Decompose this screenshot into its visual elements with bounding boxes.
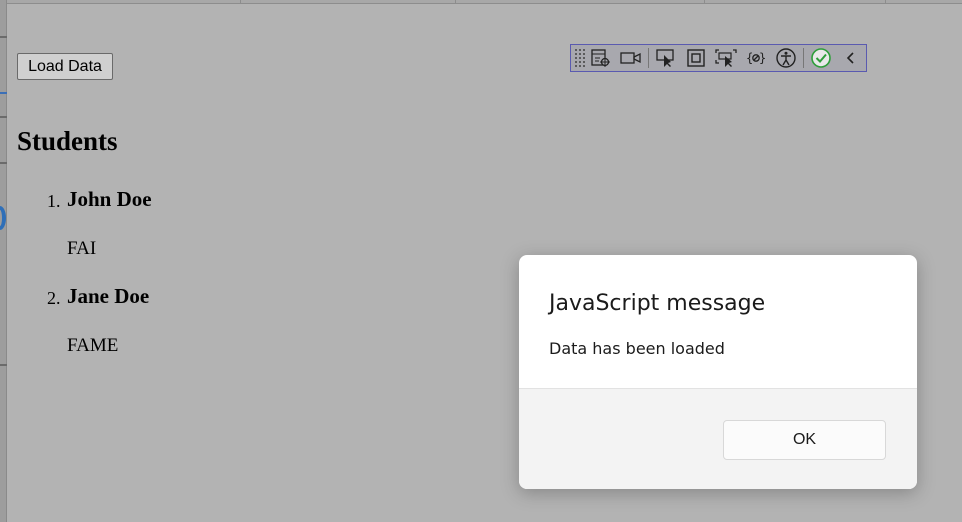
host-app-icon — [0, 206, 6, 230]
student-department: FAI — [67, 238, 97, 259]
toolbar-grip-icon[interactable] — [574, 48, 586, 68]
list-item-number: 2. — [47, 288, 61, 308]
javascript-alert-dialog: JavaScript message Data has been loaded … — [519, 255, 917, 489]
list-item: 2. Jane Doe FAME — [17, 283, 417, 380]
student-department: FAME — [67, 335, 119, 356]
host-tab-divider — [240, 0, 241, 4]
student-list: 1. John Doe FAI 2. Jane Doe FAME — [17, 186, 417, 380]
host-edge-mark — [0, 162, 7, 164]
host-tab-divider — [704, 0, 705, 4]
svg-text:{: { — [746, 51, 753, 65]
host-edge-mark — [0, 116, 7, 118]
host-tab-divider — [885, 0, 886, 4]
accessibility-icon[interactable] — [771, 45, 801, 71]
live-visual-tree-icon[interactable] — [586, 45, 616, 71]
binding-failures-icon[interactable]: {} — [741, 45, 771, 71]
page-title: Students — [17, 126, 118, 156]
select-element-icon[interactable] — [651, 45, 681, 71]
display-layout-adorners-icon[interactable] — [681, 45, 711, 71]
host-tab-divider — [455, 0, 456, 4]
host-tab-strip — [7, 0, 962, 4]
host-edge-mark — [0, 36, 7, 38]
list-item: 1. John Doe FAI — [17, 186, 417, 283]
collapse-toolbar-icon[interactable] — [836, 45, 866, 71]
xaml-debug-toolbar: {} — [570, 44, 867, 72]
dialog-footer: OK — [519, 388, 917, 489]
hot-reload-status-icon[interactable] — [806, 45, 836, 71]
svg-text:}: } — [759, 51, 766, 65]
host-edge-mark — [0, 364, 7, 366]
list-item-number: 1. — [47, 191, 61, 211]
track-focus-icon[interactable] — [711, 45, 741, 71]
ok-button[interactable]: OK — [723, 420, 886, 460]
host-window-edge — [0, 0, 7, 522]
student-name: John Doe — [67, 187, 152, 211]
video-capture-icon[interactable] — [616, 45, 646, 71]
host-edge-accent — [0, 92, 7, 94]
dialog-message: Data has been loaded — [549, 339, 725, 358]
student-name: Jane Doe — [67, 284, 150, 308]
load-data-button[interactable]: Load Data — [17, 53, 113, 80]
toolbar-separator — [648, 48, 649, 68]
dialog-title: JavaScript message — [549, 291, 766, 316]
toolbar-separator — [803, 48, 804, 68]
